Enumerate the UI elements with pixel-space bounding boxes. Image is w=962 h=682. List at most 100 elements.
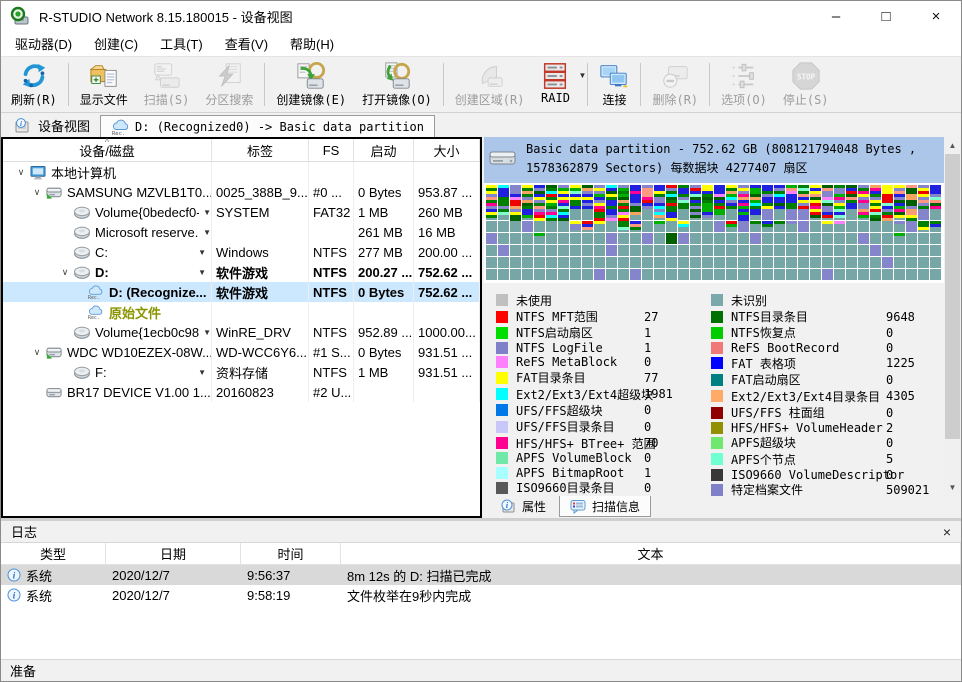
block-cell bbox=[486, 209, 498, 221]
block-cell bbox=[894, 257, 906, 269]
scan-scrollbar[interactable]: ▲ ▼ bbox=[944, 137, 961, 496]
legend-swatch bbox=[496, 356, 508, 368]
open-image-button[interactable]: 打开镜像(O) bbox=[354, 58, 440, 111]
log-row-1[interactable]: i系统2020/12/79:58:19文件枚举在9秒内完成 bbox=[1, 585, 961, 605]
connect-button[interactable]: 连接 bbox=[591, 58, 637, 111]
app-window: R-STUDIO Network 8.15.180015 - 设备视图 – □ … bbox=[0, 0, 962, 682]
block-stripe bbox=[918, 227, 929, 230]
row-dropdown-icon[interactable]: ▼ bbox=[203, 208, 211, 217]
maximize-button[interactable]: □ bbox=[861, 1, 911, 31]
tree-column-header-label: 启动 bbox=[370, 141, 396, 160]
legend-item-right-5: FAT启动扇区0 bbox=[711, 372, 944, 388]
tree-column-header-1[interactable]: 标签 bbox=[212, 139, 309, 161]
block-cell bbox=[726, 233, 738, 245]
expand-chevron-icon[interactable]: ∨ bbox=[57, 267, 73, 278]
menu-item-0[interactable]: 驱动器(D) bbox=[4, 31, 83, 56]
block-cell bbox=[510, 233, 522, 245]
tab-recognized-partition[interactable]: Rec. D: (Recognized0) -> Basic data part… bbox=[100, 115, 435, 137]
block-cell bbox=[690, 269, 702, 281]
block-cell bbox=[786, 185, 798, 197]
raid-button[interactable]: RAID▼ bbox=[532, 58, 584, 111]
legend-item-left-0: 未使用 bbox=[496, 292, 711, 308]
connect-button-label: 连接 bbox=[602, 91, 626, 108]
log-column-header-0[interactable]: 类型 bbox=[1, 543, 106, 564]
block-cell bbox=[786, 257, 798, 269]
scrollbar-track[interactable] bbox=[944, 439, 961, 479]
tree-column-header-0[interactable]: 设备/磁盘˄ bbox=[3, 139, 212, 161]
create-image-button[interactable]: 创建镜像(E) bbox=[268, 58, 354, 111]
block-cell bbox=[798, 221, 810, 233]
menu-item-1[interactable]: 创建(C) bbox=[83, 31, 149, 56]
log-close-icon[interactable]: × bbox=[943, 524, 951, 540]
expand-chevron-icon[interactable]: ∨ bbox=[29, 347, 45, 358]
tree-row-0[interactable]: ∨ 本地计算机 bbox=[3, 162, 480, 182]
tree-row-1[interactable]: ∨SAMSUNG MZVLB1T0...0025_388B_9...#0 ...… bbox=[3, 182, 480, 202]
scrollbar-thumb[interactable] bbox=[945, 154, 960, 439]
log-column-header-3[interactable]: 文本 bbox=[341, 543, 961, 564]
scrollbar-down-icon[interactable]: ▼ bbox=[944, 479, 961, 496]
row-dropdown-icon[interactable]: ▼ bbox=[203, 328, 211, 337]
tree-row-5[interactable]: ∨D:▼软件游戏NTFS200.27 ...752.62 ... bbox=[3, 262, 480, 282]
minimize-button[interactable]: – bbox=[811, 1, 861, 31]
block-cell bbox=[702, 269, 714, 281]
legend-item-right-1: NTFS目录条目9648 bbox=[711, 308, 944, 324]
tree-row-6[interactable]: Rec.D: (Recognize...软件游戏NTFS0 Bytes752.6… bbox=[3, 282, 480, 302]
tree-column-header-3[interactable]: 启动 bbox=[354, 139, 414, 161]
expand-chevron-icon[interactable]: ∨ bbox=[29, 187, 45, 198]
tab-device-view[interactable]: i 设备视图 bbox=[4, 114, 100, 137]
block-cell bbox=[486, 185, 498, 197]
legend-swatch bbox=[496, 482, 508, 494]
expand-chevron-icon[interactable]: ∨ bbox=[13, 167, 29, 178]
tree-row-3[interactable]: Microsoft reserve..▼261 MB16 MB bbox=[3, 222, 480, 242]
status-bar: 准备 bbox=[1, 659, 961, 681]
log-row-0[interactable]: i系统2020/12/79:56:378m 12s 的 D: 扫描已完成 bbox=[1, 565, 961, 585]
menu-item-4[interactable]: 帮助(H) bbox=[279, 31, 345, 56]
block-cell bbox=[522, 197, 534, 209]
block-cell bbox=[750, 233, 762, 245]
device-name-label: 本地计算机 bbox=[51, 163, 116, 182]
block-cell bbox=[750, 197, 762, 209]
menu-item-3[interactable]: 查看(V) bbox=[214, 31, 279, 56]
tree-row-10[interactable]: F:▼资料存储NTFS1 MB931.51 ... bbox=[3, 362, 480, 382]
block-cell bbox=[678, 245, 690, 257]
block-cell bbox=[834, 221, 846, 233]
scrollbar-up-icon[interactable]: ▲ bbox=[944, 137, 961, 154]
show-files-button[interactable]: 显示文件 bbox=[72, 58, 136, 111]
log-column-header-1[interactable]: 日期 bbox=[106, 543, 241, 564]
tree-column-header-2[interactable]: FS bbox=[309, 139, 354, 161]
device-name-cell: Rec.原始文件 bbox=[3, 302, 212, 322]
row-dropdown-icon[interactable]: ▼ bbox=[198, 268, 206, 277]
block-cell bbox=[642, 209, 654, 221]
raid-dropdown-icon[interactable]: ▼ bbox=[579, 71, 587, 80]
log-column-header-2[interactable]: 时间 bbox=[241, 543, 341, 564]
partition-search-icon bbox=[214, 61, 244, 91]
block-cell bbox=[846, 209, 858, 221]
tree-row-4[interactable]: C:▼WindowsNTFS277 MB200.00 ... bbox=[3, 242, 480, 262]
row-dropdown-icon[interactable]: ▼ bbox=[198, 368, 206, 377]
tree-column-header-label: FS bbox=[323, 143, 340, 158]
legend-label: UFS/FFS目录条目 bbox=[516, 418, 615, 435]
block-cell bbox=[618, 209, 630, 221]
row-dropdown-icon[interactable]: ▼ bbox=[198, 248, 206, 257]
stop-icon: STOP bbox=[791, 61, 821, 91]
scan-tab-properties[interactable]: i属性 bbox=[490, 496, 556, 517]
partition-info-header: Basic data partition - 752.62 GB (808121… bbox=[484, 137, 944, 183]
main-area: 设备/磁盘˄标签 FS 启动大小 ∨ 本地计算机∨SAMSUNG MZVLB1T0..… bbox=[1, 137, 961, 518]
tree-row-8[interactable]: Volume{1ecb0c98-..▼WinRE_DRVNTFS952.89 .… bbox=[3, 322, 480, 342]
rec-icon: Rec. bbox=[87, 285, 105, 300]
create-region-button: 创建区域(R) bbox=[447, 58, 533, 111]
menu-item-2[interactable]: 工具(T) bbox=[149, 31, 214, 56]
tree-row-9[interactable]: ∨WDC WD10EZEX-08W...WD-WCC6Y6...#1 S...0… bbox=[3, 342, 480, 362]
scan-tab-scan-info[interactable]: 扫描信息 bbox=[559, 496, 651, 517]
legend-label: UFS/FFS 柱面组 bbox=[731, 404, 825, 421]
refresh-button[interactable]: 刷新(R) bbox=[3, 58, 65, 111]
block-cell bbox=[846, 245, 858, 257]
tree-row-2[interactable]: Volume{0bedecf0-..▼SYSTEMFAT321 MB260 MB bbox=[3, 202, 480, 222]
close-button[interactable]: × bbox=[911, 1, 961, 31]
tree-row-11[interactable]: BR17 DEVICE V1.00 1....20160823#2 U... bbox=[3, 382, 480, 402]
legend-label: ISO9660 VolumeDescriptor bbox=[731, 468, 904, 482]
row-dropdown-icon[interactable]: ▼ bbox=[203, 228, 211, 237]
block-cell bbox=[558, 257, 570, 269]
tree-column-header-4[interactable]: 大小 bbox=[414, 139, 480, 161]
tree-row-7[interactable]: Rec.原始文件 bbox=[3, 302, 480, 322]
